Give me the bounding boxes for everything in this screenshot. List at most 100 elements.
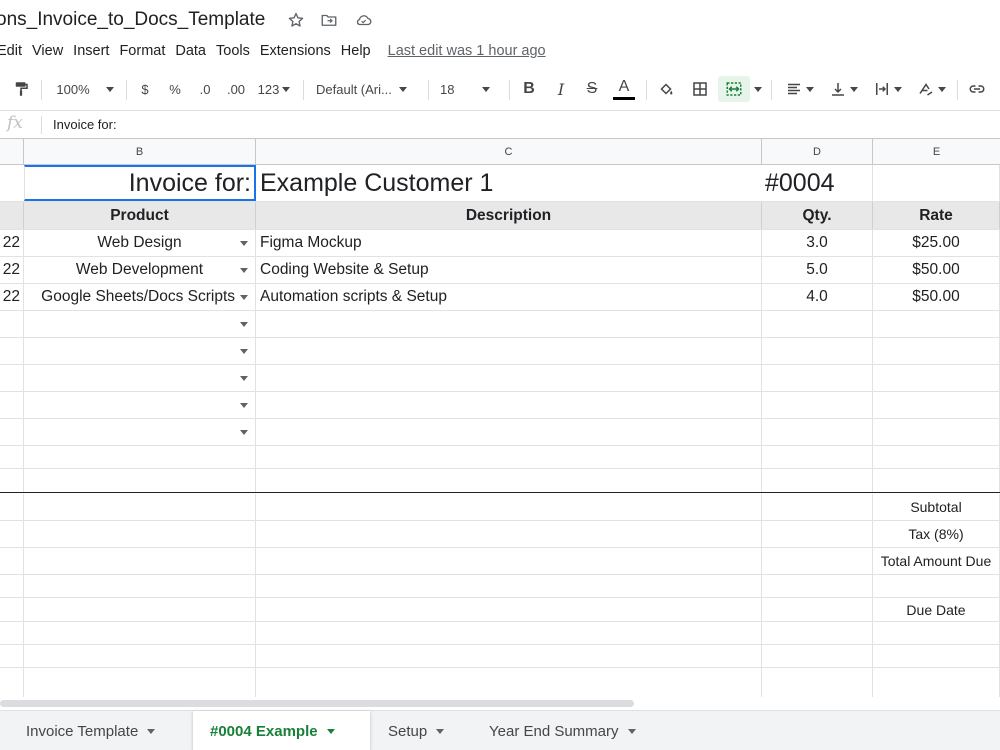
- rate-cell[interactable]: $50.00: [873, 284, 1000, 310]
- cell-a[interactable]: [0, 575, 24, 597]
- text-rotation-icon[interactable]: [912, 76, 950, 102]
- zoom-select[interactable]: 100%: [53, 76, 117, 102]
- qty-cell[interactable]: 5.0: [762, 257, 873, 283]
- date-cell[interactable]: 22: [0, 284, 24, 310]
- currency-format-button[interactable]: $: [136, 76, 154, 102]
- cell-c[interactable]: [256, 446, 762, 468]
- dropdown-arrow-icon[interactable]: [240, 403, 248, 408]
- cell-a[interactable]: [0, 365, 24, 391]
- decrease-decimal-button[interactable]: .0: [193, 76, 217, 102]
- strikethrough-button[interactable]: S: [581, 76, 603, 102]
- cell-a[interactable]: [0, 446, 24, 468]
- invoice-number-cell[interactable]: #0004: [762, 165, 873, 201]
- description-cell[interactable]: [256, 338, 762, 364]
- cell-a[interactable]: [0, 392, 24, 418]
- cell-d[interactable]: [762, 494, 873, 520]
- cell-c[interactable]: [256, 494, 762, 520]
- description-cell[interactable]: [256, 311, 762, 337]
- header-qty[interactable]: Qty.: [762, 202, 873, 229]
- cell-a[interactable]: [0, 668, 24, 698]
- rate-cell[interactable]: $50.00: [873, 257, 1000, 283]
- paint-format-icon[interactable]: [10, 76, 32, 102]
- cell-d[interactable]: [762, 446, 873, 468]
- qty-cell[interactable]: [762, 365, 873, 391]
- cell-a[interactable]: [0, 419, 24, 445]
- description-cell[interactable]: Coding Website & Setup: [256, 257, 762, 283]
- cell-d[interactable]: [762, 469, 873, 492]
- product-cell[interactable]: [24, 419, 256, 445]
- horizontal-scrollbar[interactable]: [0, 697, 1000, 709]
- qty-cell[interactable]: [762, 338, 873, 364]
- header-product[interactable]: Product: [24, 202, 256, 229]
- qty-cell[interactable]: [762, 311, 873, 337]
- cell-b[interactable]: [24, 645, 256, 667]
- cell-a[interactable]: [0, 469, 24, 492]
- cell-b[interactable]: [24, 548, 256, 574]
- cell-a[interactable]: [0, 598, 24, 621]
- product-cell[interactable]: [24, 338, 256, 364]
- product-cell[interactable]: Web Development: [24, 257, 256, 283]
- cell-a[interactable]: [0, 311, 24, 337]
- column-header-b[interactable]: B: [24, 139, 256, 165]
- cell-d[interactable]: [762, 668, 873, 698]
- dropdown-arrow-icon[interactable]: [240, 295, 248, 300]
- chevron-down-icon[interactable]: [326, 728, 335, 734]
- product-cell[interactable]: [24, 311, 256, 337]
- cell-a[interactable]: [0, 521, 24, 547]
- menu-extensions[interactable]: Extensions: [255, 43, 336, 59]
- rate-cell[interactable]: [873, 338, 1000, 364]
- chevron-down-icon[interactable]: [436, 728, 445, 734]
- merge-options-button[interactable]: [752, 76, 764, 102]
- italic-button[interactable]: I: [550, 76, 572, 102]
- sheet-tab-year-end-summary[interactable]: Year End Summary: [472, 711, 672, 750]
- percent-format-button[interactable]: %: [165, 76, 185, 102]
- header-rate[interactable]: Rate: [873, 202, 1000, 229]
- product-cell[interactable]: Web Design: [24, 230, 256, 256]
- description-cell[interactable]: [256, 365, 762, 391]
- horizontal-align-icon[interactable]: [780, 76, 818, 102]
- column-header-d[interactable]: D: [762, 139, 873, 165]
- cell-c[interactable]: [256, 521, 762, 547]
- cell-b[interactable]: [24, 521, 256, 547]
- font-size-select[interactable]: 18: [440, 76, 500, 102]
- insert-link-icon[interactable]: [965, 76, 989, 102]
- invoice-label-cell[interactable]: Invoice for:: [24, 165, 256, 201]
- text-color-button[interactable]: A: [611, 76, 637, 102]
- spreadsheet-grid[interactable]: B C D E Invoice for: Example Customer 1 …: [0, 138, 1000, 698]
- cell-a[interactable]: [0, 202, 24, 229]
- column-header-a[interactable]: [0, 139, 24, 165]
- rate-cell[interactable]: [873, 311, 1000, 337]
- formula-input[interactable]: Invoice for:: [53, 117, 117, 132]
- fill-color-icon[interactable]: [655, 76, 677, 102]
- column-header-e[interactable]: E: [873, 139, 1000, 165]
- description-cell[interactable]: Figma Mockup: [256, 230, 762, 256]
- text-wrapping-icon[interactable]: [868, 76, 906, 102]
- date-cell[interactable]: 22: [0, 257, 24, 283]
- product-cell[interactable]: [24, 365, 256, 391]
- cell-a[interactable]: [0, 494, 24, 520]
- cell-d[interactable]: [762, 645, 873, 667]
- cell-e[interactable]: [873, 622, 1000, 644]
- qty-cell[interactable]: 3.0: [762, 230, 873, 256]
- qty-cell[interactable]: 4.0: [762, 284, 873, 310]
- qty-cell[interactable]: [762, 392, 873, 418]
- column-header-c[interactable]: C: [256, 139, 762, 165]
- sheet-tab-setup[interactable]: Setup: [371, 711, 471, 750]
- vertical-align-icon[interactable]: [824, 76, 862, 102]
- cell-c[interactable]: [256, 548, 762, 574]
- qty-cell[interactable]: [762, 419, 873, 445]
- description-cell[interactable]: Automation scripts & Setup: [256, 284, 762, 310]
- cell-b[interactable]: [24, 446, 256, 468]
- cell-e[interactable]: [873, 645, 1000, 667]
- cell-a[interactable]: [0, 165, 24, 201]
- document-title[interactable]: ons_Invoice_to_Docs_Template: [0, 9, 265, 31]
- cell-c[interactable]: [256, 668, 762, 698]
- cell-b[interactable]: [24, 469, 256, 492]
- cloud-status-icon[interactable]: [353, 10, 373, 30]
- sheet-tab-invoice-template[interactable]: Invoice Template: [0, 711, 190, 750]
- merge-cells-icon[interactable]: [718, 76, 750, 102]
- chevron-down-icon[interactable]: [627, 728, 636, 734]
- rate-cell[interactable]: [873, 392, 1000, 418]
- product-cell[interactable]: [24, 392, 256, 418]
- menu-edit[interactable]: Edit: [0, 43, 27, 59]
